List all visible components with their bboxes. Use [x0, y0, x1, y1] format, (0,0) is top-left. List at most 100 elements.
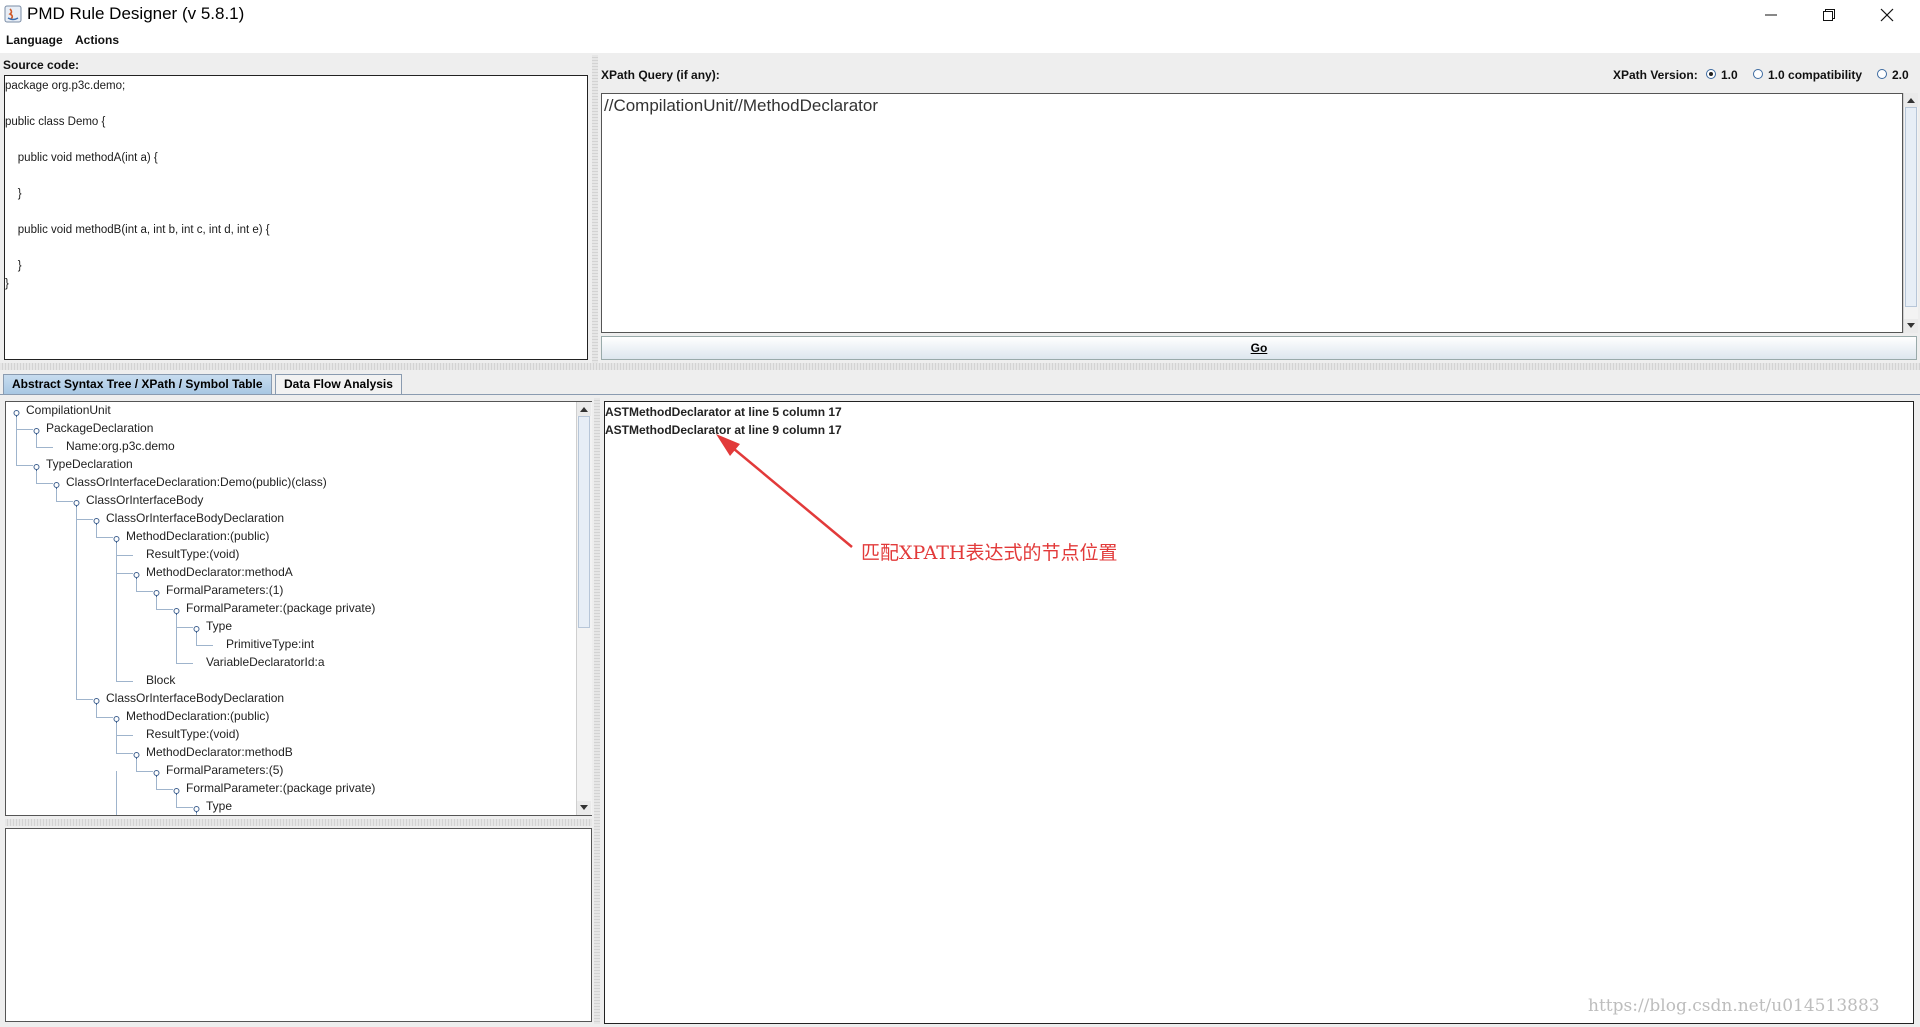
source-code-editor[interactable]: package org.p3c.demo; public class Demo … [4, 75, 588, 360]
menu-actions[interactable]: Actions [75, 33, 119, 47]
tree-connector [156, 789, 173, 790]
scroll-down-arrow-icon[interactable] [577, 801, 591, 815]
tree-node[interactable]: Type [206, 799, 232, 813]
tree-expand-handle-icon[interactable] [133, 569, 140, 582]
tree-node[interactable]: MethodDeclarator:methodB [146, 745, 293, 759]
tree-node[interactable]: MethodDeclarator:methodA [146, 565, 293, 579]
xpath-query-text: //CompilationUnit//MethodDeclarator [604, 96, 879, 115]
tree-scrollbar[interactable] [576, 402, 592, 815]
code-line: public class Demo { [5, 116, 106, 128]
tree-node[interactable]: ResultType:(void) [146, 727, 239, 741]
xpath-scrollbar[interactable] [1903, 93, 1918, 333]
scroll-down-arrow-icon[interactable] [1904, 319, 1918, 333]
tree-connector [76, 699, 93, 700]
tree-expand-handle-icon[interactable] [113, 713, 120, 726]
tree-connector [36, 435, 37, 447]
tree-node[interactable]: FormalParameter:(package private) [186, 781, 375, 795]
scroll-thumb[interactable] [578, 416, 590, 628]
tree-connector [196, 645, 213, 646]
tree-node[interactable]: Block [146, 673, 175, 687]
annotation-arrow [716, 434, 853, 548]
tree-node[interactable]: MethodDeclaration:(public) [126, 709, 269, 723]
tree-connector [16, 429, 33, 430]
tree-expand-handle-icon[interactable] [93, 695, 100, 708]
xpath-version-label: XPath Version: [1613, 68, 1698, 82]
tree-expand-handle-icon[interactable] [113, 533, 120, 546]
tree-connector [96, 717, 113, 718]
code-line: package org.p3c.demo; [5, 80, 126, 92]
tree-connector [96, 525, 97, 537]
tree-expand-handle-icon[interactable] [153, 587, 160, 600]
horizontal-splitter[interactable] [0, 363, 1920, 370]
left-horizontal-splitter[interactable] [5, 819, 592, 826]
tree-expand-handle-icon[interactable] [33, 461, 40, 474]
tree-connector [96, 705, 97, 717]
source-code-label: Source code: [3, 58, 80, 72]
vertical-splitter-bottom[interactable] [594, 398, 600, 1024]
tree-expand-handle-icon[interactable] [73, 497, 80, 510]
radio-icon[interactable] [1706, 69, 1716, 79]
restore-icon [1823, 9, 1835, 21]
xpath-query-input[interactable]: //CompilationUnit//MethodDeclarator [601, 93, 1903, 333]
tree-expand-handle-icon[interactable] [173, 785, 180, 798]
tree-node[interactable]: FormalParameters:(5) [166, 763, 283, 777]
radio-icon[interactable] [1877, 69, 1887, 79]
tree-connector [116, 543, 117, 681]
tree-node[interactable]: CompilationUnit [26, 403, 111, 417]
tree-node[interactable]: ClassOrInterfaceDeclaration:Demo(public)… [66, 475, 327, 489]
tree-connector [76, 507, 77, 699]
tree-expand-handle-icon[interactable] [53, 479, 60, 492]
scroll-up-arrow-icon[interactable] [1904, 93, 1918, 107]
tree-node[interactable]: ClassOrInterfaceBodyDeclaration [106, 691, 284, 705]
tree-node[interactable]: FormalParameter:(package private) [186, 601, 375, 615]
tree-connector [36, 483, 53, 484]
scroll-thumb[interactable] [1905, 107, 1917, 307]
tree-connector [176, 627, 193, 628]
java-app-icon [4, 5, 22, 23]
tree-expand-handle-icon[interactable] [133, 749, 140, 762]
tree-node[interactable]: PrimitiveType:int [226, 637, 314, 651]
tree-expand-handle-icon[interactable] [93, 515, 100, 528]
code-line: public void methodA(int a) { [5, 152, 158, 164]
tree-connector [16, 465, 33, 466]
close-button[interactable] [1858, 0, 1916, 30]
tree-node[interactable]: TypeDeclaration [46, 457, 133, 471]
tree-node[interactable]: ClassOrInterfaceBodyDeclaration [106, 511, 284, 525]
tree-connector [16, 417, 17, 465]
tree-connector [176, 615, 177, 663]
tree-expand-handle-icon[interactable] [173, 605, 180, 618]
radio-icon[interactable] [1753, 69, 1763, 79]
tree-connector [96, 537, 113, 538]
tree-connector [36, 447, 53, 448]
tree-node[interactable]: MethodDeclaration:(public) [126, 529, 269, 543]
tree-node[interactable]: Name:org.p3c.demo [66, 439, 175, 453]
tree-expand-handle-icon[interactable] [153, 767, 160, 780]
scroll-up-arrow-icon[interactable] [577, 402, 591, 416]
tree-node[interactable]: VariableDeclaratorId:a [206, 655, 325, 669]
tab-abstract-syntax-tree[interactable]: Abstract Syntax Tree / XPath / Symbol Ta… [3, 374, 272, 394]
tree-node[interactable]: FormalParameters:(1) [166, 583, 283, 597]
tree-node[interactable]: ClassOrInterfaceBody [86, 493, 203, 507]
menu-language[interactable]: Language [6, 33, 63, 47]
tree-node[interactable]: PackageDeclaration [46, 421, 153, 435]
tree-connector [156, 597, 157, 609]
minimize-button[interactable] [1742, 0, 1800, 30]
tree-connector [116, 555, 133, 556]
ast-tree[interactable]: CompilationUnit PackageDeclaration Name:or… [5, 401, 592, 816]
go-button[interactable]: Go [601, 336, 1917, 360]
tree-node[interactable]: Type [206, 619, 232, 633]
tree-connector [56, 501, 73, 502]
vertical-splitter-top[interactable] [592, 55, 598, 363]
tree-expand-handle-icon[interactable] [193, 623, 200, 636]
result-item[interactable]: ASTMethodDeclarator at line 5 column 17 [605, 405, 842, 419]
tree-node[interactable]: ResultType:(void) [146, 547, 239, 561]
restore-button[interactable] [1800, 0, 1858, 30]
tree-expand-handle-icon[interactable] [13, 407, 20, 420]
tree-expand-handle-icon[interactable] [33, 425, 40, 438]
tree-expand-handle-icon[interactable] [193, 803, 200, 815]
code-line: } [5, 188, 22, 200]
tree-connector [116, 681, 133, 682]
annotation-text: 匹配XPATH表达式的节点位置 [861, 542, 1118, 564]
tab-data-flow-analysis[interactable]: Data Flow Analysis [275, 374, 402, 394]
tree-connector [136, 759, 137, 771]
